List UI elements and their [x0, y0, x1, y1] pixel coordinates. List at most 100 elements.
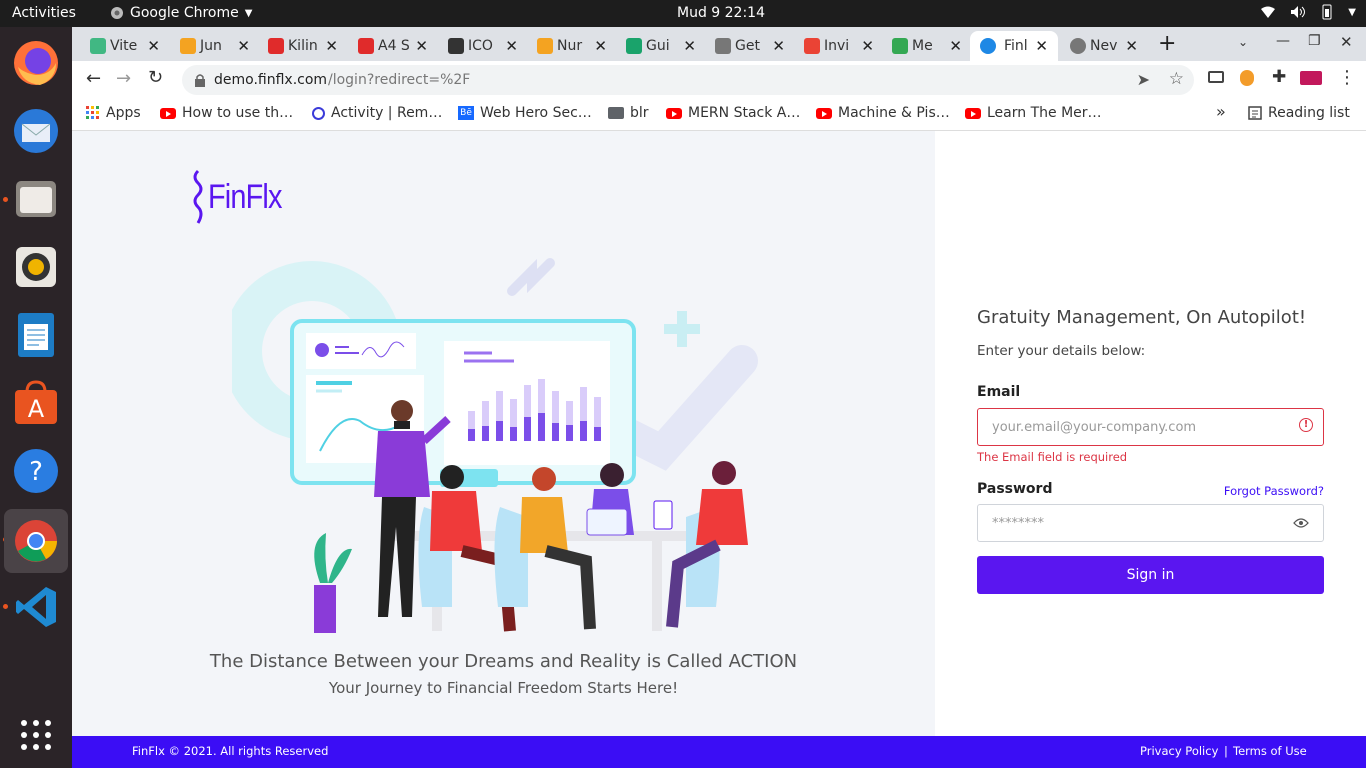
forgot-password-link[interactable]: Forgot Password?: [1224, 484, 1324, 498]
reload-button[interactable]: ↻: [148, 67, 163, 88]
svg-text:A: A: [28, 395, 45, 423]
vscode-launcher[interactable]: [8, 579, 64, 635]
tab-vite[interactable]: Vite ✕: [90, 31, 160, 61]
hero-quote: The Distance Between your Dreams and Rea…: [209, 651, 798, 672]
close-icon[interactable]: ✕: [683, 37, 696, 55]
youtube-icon: [160, 107, 176, 119]
system-tray[interactable]: ▼: [1260, 4, 1356, 20]
privacy-policy-link[interactable]: Privacy Policy: [1140, 744, 1218, 758]
bookmark-item[interactable]: MERN Stack A…: [666, 105, 800, 121]
close-icon[interactable]: ✕: [325, 37, 338, 55]
tab-kilin[interactable]: Kilin ✕: [268, 31, 338, 61]
rhythmbox-launcher[interactable]: [8, 239, 64, 295]
close-icon[interactable]: ✕: [772, 37, 785, 55]
error-icon: !: [1299, 418, 1313, 432]
apps-grid-icon: [86, 106, 99, 119]
thunderbird-icon: [14, 109, 58, 153]
password-field[interactable]: ********: [977, 504, 1324, 542]
volume-icon: [1291, 6, 1306, 18]
meet-icon: [892, 38, 908, 54]
bookmarks-overflow-button[interactable]: »: [1216, 102, 1226, 121]
youtube-icon: [965, 107, 981, 119]
kebab-menu-icon[interactable]: ⋮: [1338, 67, 1356, 88]
bookmark-item[interactable]: How to use th…: [160, 105, 293, 121]
forward-button[interactable]: →: [116, 68, 131, 89]
maximize-button[interactable]: ❐: [1308, 33, 1321, 49]
tab-new[interactable]: Nev ✕: [1070, 31, 1138, 61]
tab-get[interactable]: Get ✕: [715, 31, 785, 61]
minimize-button[interactable]: —: [1276, 33, 1290, 49]
bookmark-item[interactable]: Machine & Pis…: [816, 105, 950, 121]
close-icon[interactable]: ✕: [147, 37, 160, 55]
sign-in-button[interactable]: Sign in: [977, 556, 1324, 594]
puzzle-icon[interactable]: ✚: [1272, 67, 1286, 87]
firefox-icon: [14, 41, 58, 85]
bookmark-item[interactable]: Activity | Rem…: [312, 105, 442, 121]
help-launcher[interactable]: ?: [8, 443, 64, 499]
chevron-down-icon: ▼: [244, 7, 253, 19]
login-panel: Gratuity Management, On Autopilot! Enter…: [935, 131, 1366, 736]
close-icon[interactable]: ✕: [237, 37, 250, 55]
bookmark-item[interactable]: Bē Web Hero Sec…: [458, 105, 592, 121]
login-page: FinFlx The Distance Between your Dreams …: [72, 131, 1366, 768]
tab-finflx[interactable]: Finl ✕: [970, 31, 1058, 61]
logo-text: FinFlx: [208, 177, 282, 216]
youtube-icon: [816, 107, 832, 119]
send-icon[interactable]: ➤: [1137, 70, 1150, 89]
youtube-icon: [666, 107, 682, 119]
address-bar[interactable]: demo.finflx.com /login?redirect=%2F ➤ ☆: [182, 65, 1194, 95]
thunderbird-launcher[interactable]: [8, 103, 64, 159]
email-label: Email: [977, 384, 1021, 400]
tab-ico[interactable]: ICO ✕: [448, 31, 518, 61]
tab-invi[interactable]: Invi ✕: [804, 31, 874, 61]
firefox-launcher[interactable]: [8, 35, 64, 91]
grid-icon: [21, 720, 51, 750]
tab-nur[interactable]: Nur ✕: [537, 31, 607, 61]
email-field[interactable]: your.email@your-company.com !: [977, 408, 1324, 446]
globe-icon: [715, 38, 731, 54]
clock[interactable]: Mud 9 22:14: [677, 5, 765, 21]
hero-subline: Your Journey to Financial Freedom Starts…: [328, 679, 679, 697]
close-icon[interactable]: ✕: [861, 37, 874, 55]
extension-icon[interactable]: [1240, 70, 1254, 86]
close-icon[interactable]: ✕: [949, 37, 962, 55]
new-tab-button[interactable]: +: [1158, 31, 1176, 56]
chrome-launcher[interactable]: [4, 509, 68, 573]
team-meeting-illustration: [232, 258, 758, 633]
speaker-icon: [16, 247, 56, 287]
software-launcher[interactable]: A: [8, 375, 64, 431]
files-launcher[interactable]: [8, 171, 64, 227]
c-icon: [626, 38, 642, 54]
close-icon[interactable]: ✕: [594, 37, 607, 55]
tab-search-button[interactable]: ⌄: [1238, 35, 1248, 49]
terms-of-use-link[interactable]: Terms of Use: [1233, 744, 1307, 758]
app-menu[interactable]: Google Chrome ▼: [110, 5, 252, 21]
gmail-icon: [804, 38, 820, 54]
tab-a4[interactable]: A4 S ✕: [358, 31, 428, 61]
footer-separator: |: [1224, 744, 1228, 758]
tab-jun[interactable]: Jun ✕: [180, 31, 250, 61]
chrome-small-icon: [1070, 38, 1086, 54]
bookmark-item[interactable]: Learn The Mer…: [965, 105, 1102, 121]
close-icon[interactable]: ✕: [505, 37, 518, 55]
tab-meet[interactable]: Me ✕: [892, 31, 962, 61]
close-window-button[interactable]: ✕: [1340, 33, 1353, 51]
close-icon[interactable]: ✕: [1125, 37, 1138, 55]
bookmark-folder[interactable]: blr: [608, 105, 649, 121]
back-button[interactable]: ←: [86, 68, 101, 89]
show-apps-button[interactable]: [8, 707, 64, 763]
finflx-logo[interactable]: FinFlx: [190, 167, 295, 227]
tab-gui[interactable]: Gui ✕: [626, 31, 696, 61]
footer-copyright: FinFlx © 2021. All rights Reserved: [132, 744, 329, 758]
system-top-bar: Activities Google Chrome ▼ Mud 9 22:14 ▼: [0, 0, 1366, 27]
bus-icon[interactable]: [1208, 71, 1224, 83]
bookmark-apps[interactable]: Apps: [86, 105, 141, 121]
reading-list-button[interactable]: Reading list: [1248, 105, 1350, 121]
profile-extension-icon[interactable]: [1300, 71, 1322, 85]
close-icon[interactable]: ✕: [415, 37, 428, 55]
star-icon[interactable]: ☆: [1169, 69, 1184, 89]
close-icon[interactable]: ✕: [1035, 37, 1048, 55]
writer-launcher[interactable]: [8, 307, 64, 363]
eye-icon[interactable]: [1293, 518, 1309, 528]
activities-button[interactable]: Activities: [12, 5, 76, 21]
